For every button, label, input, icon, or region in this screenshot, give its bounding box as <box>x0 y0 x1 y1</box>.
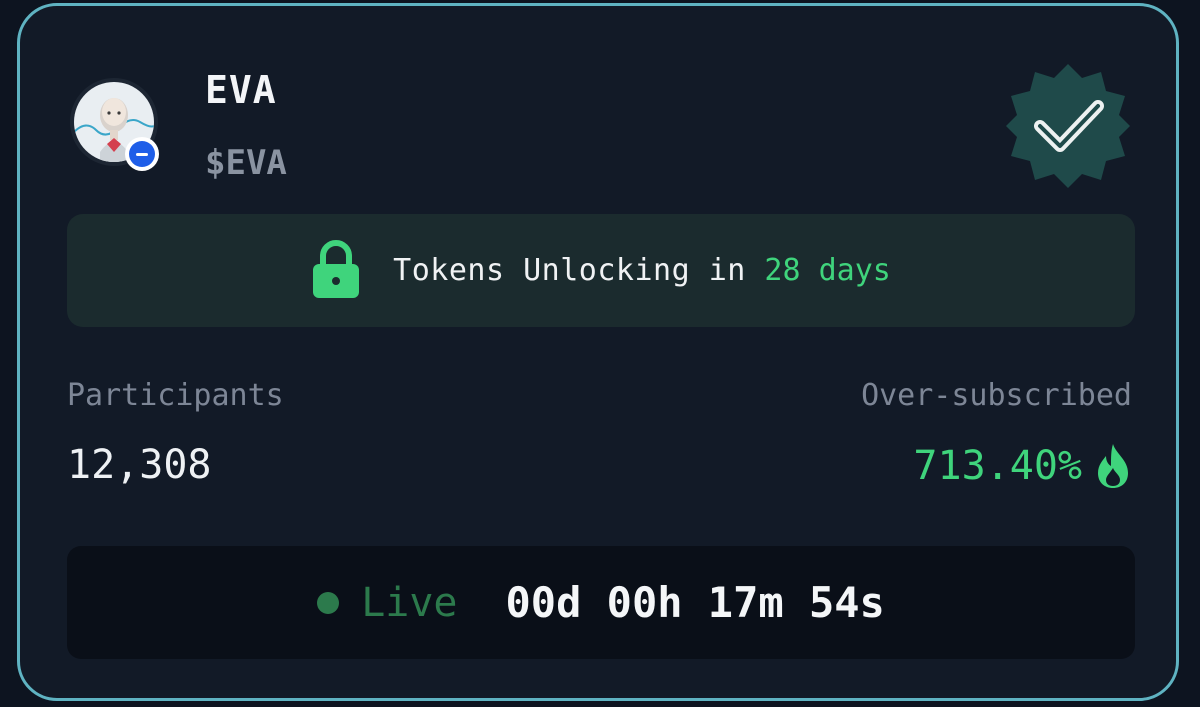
live-dot-icon <box>317 591 340 614</box>
live-countdown-bar: Live 00d 00h 17m 54s <box>67 546 1135 659</box>
verified-badge-icon <box>1006 64 1130 188</box>
token-symbol: $EVA <box>205 143 287 183</box>
unlock-days: 28 days <box>764 253 891 288</box>
participants-label: Participants <box>67 378 284 413</box>
fire-icon <box>1098 444 1128 488</box>
token-name: EVA <box>205 68 277 112</box>
lock-icon <box>313 239 360 298</box>
token-sale-card[interactable]: EVA $EVA Tokens Unlocking in 28 days Par… <box>17 3 1179 701</box>
unlock-banner: Tokens Unlocking in 28 days <box>67 214 1135 327</box>
chain-badge-icon <box>125 137 159 171</box>
participants-value: 12,308 <box>67 442 212 488</box>
oversubscribed-value: 713.40% <box>913 443 1082 489</box>
countdown-timer: 00d 00h 17m 54s <box>505 578 885 627</box>
oversubscribed-value-group: 713.40% <box>913 442 1132 490</box>
oversubscribed-label: Over-subscribed <box>861 378 1132 413</box>
live-label: Live <box>361 579 458 626</box>
unlock-text: Tokens Unlocking in <box>393 253 765 288</box>
